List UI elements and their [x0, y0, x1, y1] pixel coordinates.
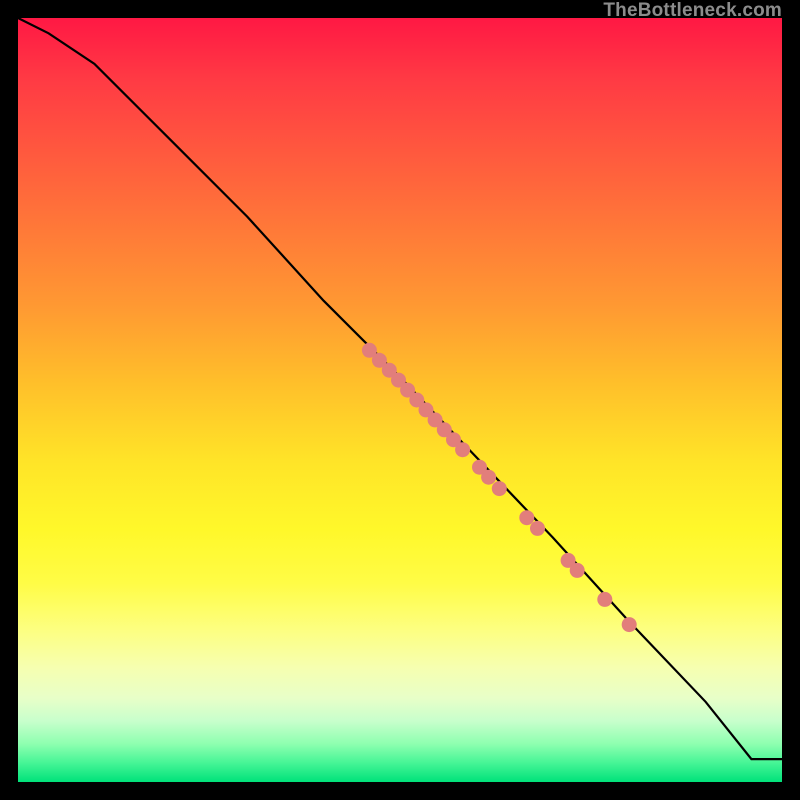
data-point [570, 563, 585, 578]
data-point [455, 442, 470, 457]
data-point [622, 617, 637, 632]
data-point [519, 510, 534, 525]
data-point [530, 521, 545, 536]
scatter-points [362, 343, 637, 632]
data-point [492, 481, 507, 496]
plot-area [18, 18, 782, 782]
data-point [481, 470, 496, 485]
data-point [597, 592, 612, 607]
chart-svg [18, 18, 782, 782]
chart-frame: TheBottleneck.com [0, 0, 800, 800]
curve-line [18, 18, 782, 759]
